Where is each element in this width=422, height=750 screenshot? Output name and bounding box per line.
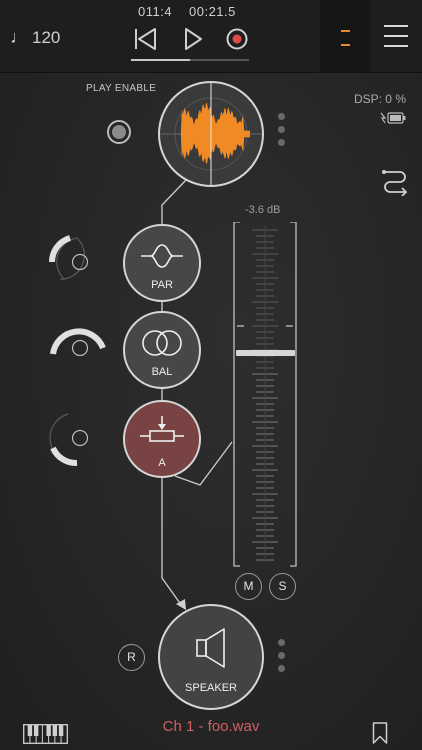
- transport-progress[interactable]: [131, 59, 249, 61]
- battery-charging-icon: [380, 112, 406, 124]
- meter-tab[interactable]: [320, 0, 370, 72]
- quarter-note-icon: ♩: [10, 27, 28, 47]
- balance-node[interactable]: BAL: [123, 311, 201, 389]
- meter-mark: [341, 30, 350, 32]
- hamburger-menu-icon: [384, 25, 408, 27]
- play-button[interactable]: [178, 24, 208, 54]
- a-label: A: [158, 457, 166, 469]
- fader-db-readout: -3.6 dB: [245, 204, 281, 216]
- meter-mark: [341, 44, 350, 46]
- audio-node-options[interactable]: [278, 113, 286, 152]
- bal-label: BAL: [151, 366, 173, 378]
- parametric-eq-icon: [141, 244, 183, 268]
- play-enable-label: PLAY ENABLE: [86, 83, 157, 94]
- bookmark-icon[interactable]: [372, 722, 388, 744]
- speaker-label: SPEAKER: [185, 682, 237, 694]
- speaker-node-options[interactable]: [278, 639, 286, 678]
- bar-beat-position: 011:4: [138, 4, 173, 19]
- gain-knob[interactable]: [47, 408, 107, 468]
- route-icon[interactable]: [380, 166, 410, 196]
- tempo-value: 120: [32, 28, 61, 47]
- par-knob[interactable]: [47, 232, 107, 292]
- menu-button[interactable]: [384, 25, 408, 49]
- play-icon: [185, 28, 202, 50]
- par-label: PAR: [151, 279, 173, 291]
- tempo-display[interactable]: ♩ 120: [10, 27, 60, 48]
- record-icon: [226, 28, 248, 50]
- speaker-node[interactable]: SPEAKER: [158, 604, 264, 710]
- play-enable-toggle[interactable]: [107, 120, 131, 144]
- speaker-icon: [196, 628, 225, 668]
- mute-button[interactable]: M: [235, 573, 262, 600]
- volume-fader[interactable]: [231, 222, 299, 568]
- gain-node[interactable]: A: [123, 400, 201, 478]
- potentiometer-icon: [140, 416, 184, 442]
- top-bar: ♩ 120 011:4 00:21.5: [0, 0, 422, 73]
- audio-file-node[interactable]: [158, 81, 264, 187]
- balance-icon: [142, 330, 182, 356]
- fader-handle[interactable]: [236, 350, 295, 357]
- skip-previous-button[interactable]: [131, 24, 161, 54]
- time-position: 00:21.5: [189, 4, 236, 19]
- par-node[interactable]: PAR: [123, 224, 201, 302]
- solo-button[interactable]: S: [269, 573, 296, 600]
- record-button[interactable]: [222, 24, 252, 54]
- bal-knob[interactable]: [47, 318, 107, 378]
- waveform: [160, 83, 262, 185]
- channel-name[interactable]: Ch 1 - foo.wav: [0, 718, 422, 735]
- skip-previous-icon: [135, 28, 156, 50]
- dsp-load: DSP: 0 %: [353, 92, 406, 106]
- r-button[interactable]: R: [118, 644, 145, 671]
- app-root: ♩ 120 011:4 00:21.5 PLAY ENABLE DSP: 0 %…: [0, 0, 422, 750]
- transport-progress-fill: [131, 59, 190, 61]
